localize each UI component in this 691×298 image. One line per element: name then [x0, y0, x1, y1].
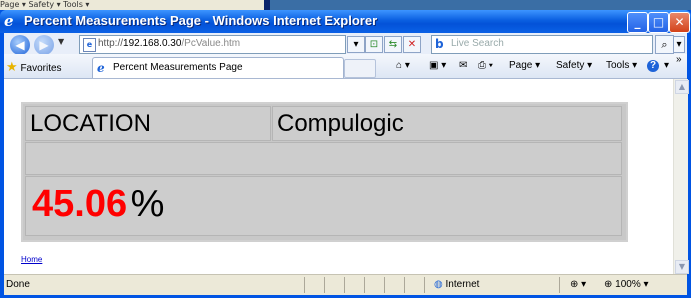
tab-label: Percent Measurements Page [113, 62, 243, 73]
percent-unit: % [130, 183, 165, 225]
close-button[interactable]: ✕ [669, 12, 690, 33]
navigation-bar: ◀ ▶ ▼ e http://192.168.0.30/PcValue.htm … [4, 33, 687, 55]
home-icon[interactable]: ⌂ ▾ [396, 60, 410, 71]
title-bar[interactable]: e Percent Measurements Page - Windows In… [0, 10, 691, 33]
status-divider [304, 277, 305, 293]
location-value-cell: Compulogic [272, 106, 622, 141]
page-content: LOCATION Compulogic 45.06 % Home [4, 79, 673, 274]
favorites-button[interactable]: ★ Favorites [6, 59, 62, 75]
window-title: Percent Measurements Page - Windows Inte… [24, 13, 378, 28]
address-bar[interactable]: e http://192.168.0.30/PcValue.htm [79, 35, 346, 54]
measurement-table: LOCATION Compulogic 45.06 % [21, 102, 628, 242]
history-dropdown-icon[interactable]: ▼ [58, 37, 64, 46]
stop-icon[interactable]: ✕ [403, 36, 421, 53]
value-cell: 45.06 % [25, 176, 622, 236]
ie-window: e Percent Measurements Page - Windows In… [0, 10, 691, 298]
measurement-display: 45.06 % [32, 183, 164, 226]
scroll-up-icon[interactable]: ▲ [675, 80, 689, 94]
percent-value: 45.06 [32, 183, 128, 225]
tab-active[interactable]: e Percent Measurements Page [92, 57, 344, 78]
location-label-cell: LOCATION [25, 106, 271, 141]
search-icon[interactable]: ⌕ [655, 35, 674, 54]
status-divider [364, 277, 365, 293]
status-text: Done [6, 279, 30, 290]
help-icon[interactable]: ? [647, 60, 659, 72]
page-menu[interactable]: Page ▾ [509, 60, 540, 71]
status-bar: Done ◍ Internet ⊕ ▾ ⊕ 100% ▾ [4, 274, 687, 295]
back-button[interactable]: ◀ [10, 35, 30, 55]
spacer-cell [25, 142, 622, 175]
live-search-logo-icon: b [435, 37, 444, 51]
help-dropdown-icon[interactable]: ▾ [664, 60, 669, 71]
print-icon[interactable]: ⎙ ▾ [478, 60, 493, 71]
minimize-button[interactable]: _ [627, 12, 648, 33]
status-divider [424, 277, 425, 293]
status-divider [384, 277, 385, 293]
new-tab-button[interactable] [344, 59, 376, 78]
tabs-bar: ★ Favorites e Percent Measurements Page … [4, 54, 687, 79]
address-url[interactable]: http://192.168.0.30/PcValue.htm [98, 38, 240, 49]
mail-icon[interactable]: ✉ [459, 60, 467, 71]
tools-menu[interactable]: Tools ▾ [606, 60, 637, 71]
zoom-icon: ⊕ [604, 279, 613, 290]
more-commands-icon[interactable]: » [676, 54, 682, 65]
location-value: Compulogic [277, 110, 404, 137]
status-divider [404, 277, 405, 293]
refresh-icon[interactable]: ⇆ [384, 36, 402, 53]
status-divider [344, 277, 345, 293]
search-options-icon[interactable]: ▾ [673, 36, 685, 53]
favorites-star-icon: ★ [6, 59, 18, 74]
page-icon: e [83, 38, 96, 52]
safety-menu[interactable]: Safety ▾ [556, 60, 592, 71]
home-link[interactable]: Home [21, 255, 42, 264]
status-divider [559, 277, 560, 293]
security-zone[interactable]: ◍ Internet [434, 279, 479, 290]
protected-mode-icon[interactable]: ⊕ ▾ [570, 279, 586, 290]
search-placeholder: Live Search [451, 38, 504, 49]
compatibility-icon[interactable]: ⊡ [365, 36, 383, 53]
forward-button[interactable]: ▶ [34, 35, 54, 55]
vertical-scrollbar[interactable]: ▲ ▼ [673, 79, 689, 274]
globe-icon: ◍ [434, 279, 443, 290]
zoom-level[interactable]: ⊕ 100% ▾ [604, 279, 649, 290]
search-box[interactable]: b Live Search [431, 35, 653, 54]
ie-logo-icon: e [4, 12, 14, 30]
tab-ie-icon: e [97, 61, 105, 75]
feeds-icon[interactable]: ▣ ▾ [429, 60, 446, 71]
status-divider [324, 277, 325, 293]
maximize-button[interactable]: □ [648, 12, 669, 33]
scroll-down-icon[interactable]: ▼ [675, 260, 689, 274]
location-label: LOCATION [30, 110, 151, 137]
address-dropdown-icon[interactable]: ▾ [347, 36, 365, 53]
